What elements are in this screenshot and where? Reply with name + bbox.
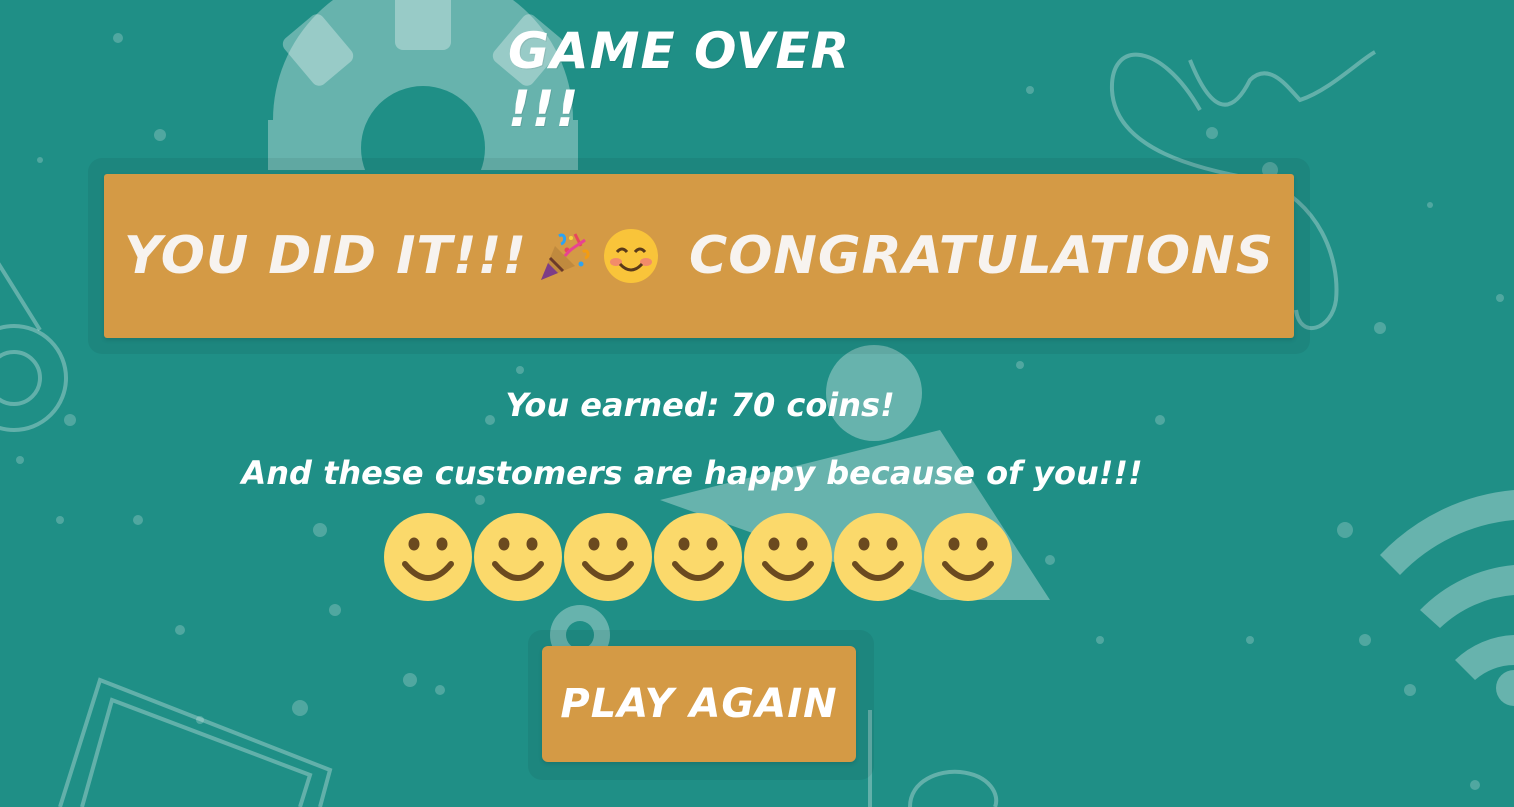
smiley-face-icon — [744, 513, 832, 601]
smiley-face-icon — [834, 513, 922, 601]
congratulations-banner: YOU DID IT!!! CONGRATULATIONS — [104, 174, 1294, 338]
banner-text: YOU DID IT!!! CONGRATULATIONS — [124, 226, 1274, 286]
smiley-face-icon — [924, 513, 1012, 601]
game-over-title: GAME OVER !!! — [508, 22, 851, 138]
play-again-button[interactable]: PLAY AGAIN — [542, 646, 856, 762]
banner-lead-text: YOU DID IT!!! — [123, 226, 528, 286]
smiley-face-icon — [384, 513, 472, 601]
happy-customers-row — [383, 512, 1013, 604]
smiling-face-icon — [604, 229, 659, 283]
smiley-face-icon — [564, 513, 652, 601]
banner-tail-text: CONGRATULATIONS — [689, 226, 1275, 286]
happy-customers-text: And these customers are happy because of… — [241, 454, 1143, 492]
smiley-face-icon — [474, 513, 562, 601]
party-popper-icon — [541, 233, 590, 280]
coins-earned-text: You earned: 70 coins! — [505, 386, 895, 424]
smiley-face-icon — [654, 513, 742, 601]
